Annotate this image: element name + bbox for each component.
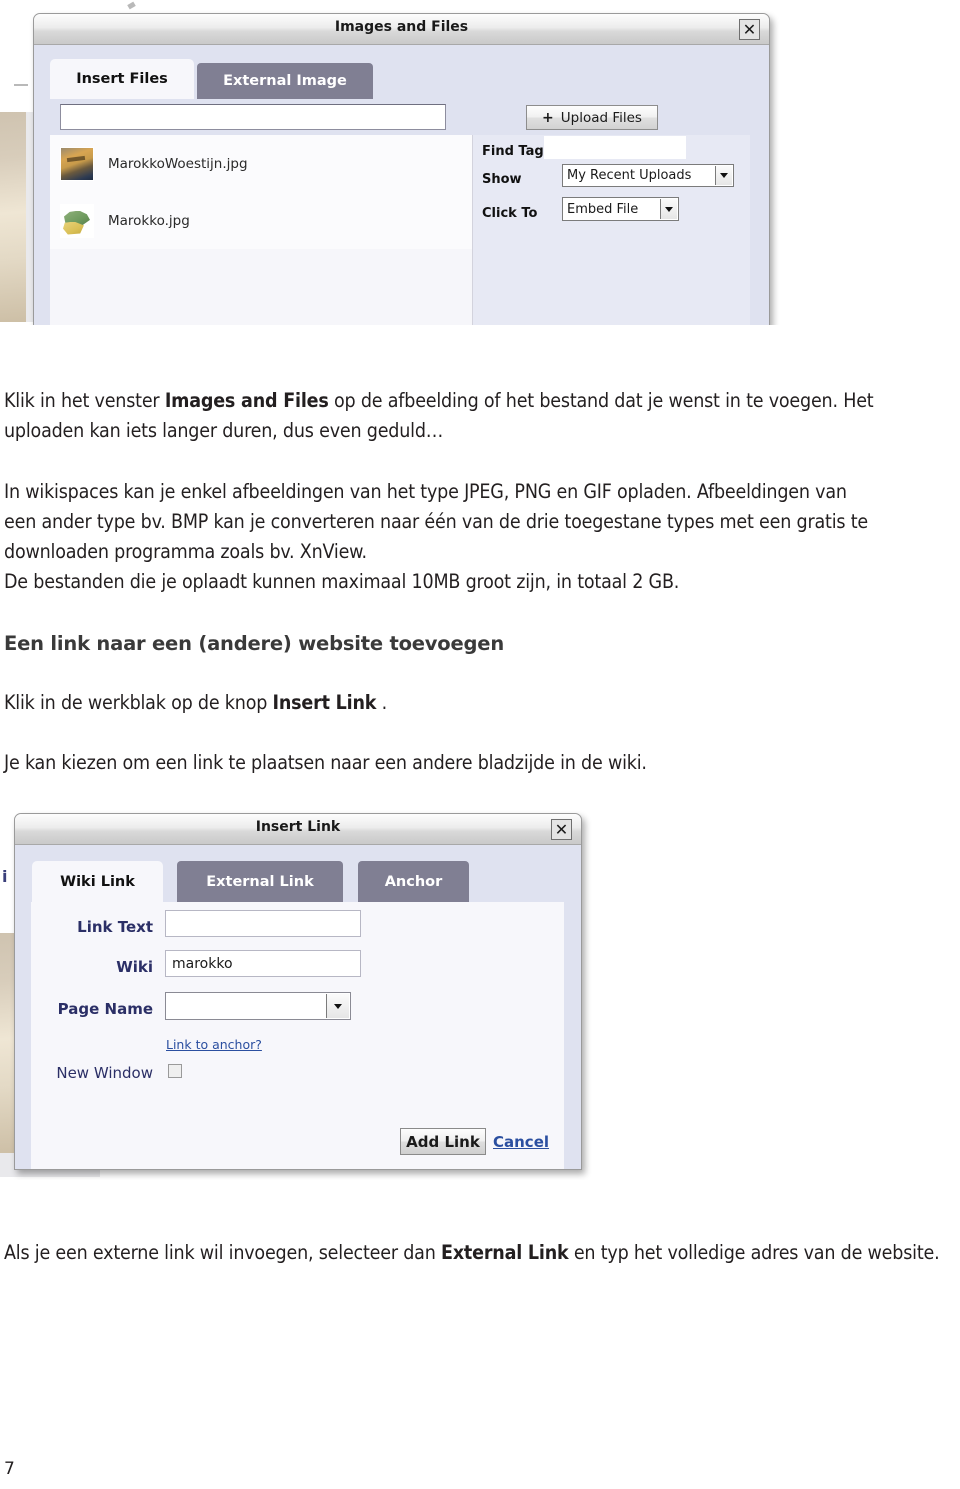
paragraph-4-pre: Klik in de werkblak op de knop — [4, 691, 273, 714]
tab-external-link-label: External Link — [206, 873, 314, 890]
tab-anchor-label: Anchor — [384, 873, 443, 890]
show-label: Show — [482, 172, 522, 187]
tab-wiki-link-label: Wiki Link — [60, 873, 135, 890]
paragraph-1: Klik in het venster Images and Files op … — [4, 386, 939, 446]
tab-anchor[interactable]: Anchor — [358, 861, 469, 902]
page-number: 7 — [4, 1459, 15, 1479]
paragraph-4-post: . — [376, 691, 388, 714]
tab-insert-files-label: Insert Files — [76, 71, 168, 87]
find-tag-input[interactable] — [544, 136, 686, 159]
tab-external-image-label: External Image — [223, 73, 347, 89]
page-name-label: Page Name — [57, 1000, 153, 1018]
add-link-label: Add Link — [406, 1132, 480, 1151]
file-list-item-0[interactable]: MarokkoWoestijn.jpg — [50, 135, 472, 193]
dialog-tabs: Insert Files External Image — [50, 59, 373, 99]
background-cursor-mark — [127, 1, 136, 10]
chevron-down-icon[interactable] — [326, 994, 349, 1018]
cancel-link[interactable]: Cancel — [493, 1133, 549, 1151]
paragraph-2: In wikispaces kan je enkel afbeeldingen … — [4, 480, 868, 563]
heading-1: Een link naar een (andere) website toevo… — [4, 632, 504, 655]
link-text-input[interactable] — [165, 910, 361, 937]
link-to-anchor-link[interactable]: Link to anchor? — [166, 1037, 262, 1052]
file-list-item-empty — [50, 249, 472, 325]
paragraph-1-bold: Images and Files — [164, 389, 329, 412]
upload-files-button[interactable]: + Upload Files — [526, 105, 658, 130]
file-name-label: MarokkoWoestijn.jpg — [108, 155, 248, 172]
images-and-files-dialog: Images and Files ✕ Insert Files External… — [33, 13, 770, 325]
paragraph-5: Je kan kiezen om een link te plaatsen na… — [4, 751, 647, 774]
wiki-input[interactable]: marokko — [165, 950, 361, 977]
show-select-value: My Recent Uploads — [567, 168, 692, 183]
close-icon[interactable]: ✕ — [739, 19, 760, 40]
paragraph-1-pre: Klik in het venster — [4, 389, 165, 412]
dialog-tabs: Wiki Link External Link Anchor — [32, 861, 469, 902]
file-list-item-1[interactable]: Marokko.jpg — [50, 192, 472, 250]
chevron-down-icon[interactable] — [715, 166, 732, 185]
click-to-select-value: Embed File — [567, 201, 639, 217]
wiki-label: Wiki — [116, 958, 153, 976]
dialog-titlebar: Images and Files ✕ — [34, 14, 769, 45]
tab-wiki-link[interactable]: Wiki Link — [32, 861, 163, 902]
upload-files-label: Upload Files — [560, 109, 642, 126]
chevron-down-icon[interactable] — [660, 199, 677, 219]
close-icon[interactable]: ✕ — [551, 819, 572, 840]
new-window-label: New Window — [56, 1064, 153, 1082]
file-name-label: Marokko.jpg — [108, 212, 190, 229]
click-to-label: Click To — [482, 206, 538, 221]
paragraph-4-bold: Insert Link — [272, 691, 377, 714]
paragraph-6-post: en typ het volledige adres van de websit… — [568, 1241, 940, 1264]
click-to-select[interactable]: Embed File — [562, 197, 679, 221]
background-text-fragment: i — [2, 867, 8, 886]
screenshot-images-and-files: Images and Files ✕ Insert Files External… — [0, 0, 780, 325]
screenshot-insert-link: i Insert Link ✕ Wiki Link External Link … — [0, 805, 600, 1180]
tab-insert-files[interactable]: Insert Files — [50, 59, 194, 99]
search-input[interactable] — [60, 104, 446, 130]
plus-icon: + — [542, 109, 554, 126]
find-tag-label: Find Tag — [482, 144, 544, 159]
add-link-button[interactable]: Add Link — [400, 1128, 486, 1155]
dialog-titlebar: Insert Link ✕ — [15, 814, 581, 845]
background-tick-mark — [14, 84, 28, 86]
tab-external-link[interactable]: External Link — [177, 861, 343, 902]
dialog-body: Insert Files External Image + Upload Fil… — [34, 45, 769, 325]
file-thumbnail-icon — [60, 146, 94, 181]
dialog-title: Images and Files — [334, 19, 469, 35]
background-photo — [0, 112, 26, 322]
dialog-title: Insert Link — [255, 819, 341, 835]
file-thumbnail-icon — [60, 203, 94, 238]
paragraph-4: Klik in de werkblak op de knop Insert Li… — [4, 688, 704, 718]
show-select[interactable]: My Recent Uploads — [562, 164, 734, 187]
paragraph-6-pre: Als je een externe link wil invoegen, se… — [4, 1241, 442, 1264]
paragraph-6: Als je een externe link wil invoegen, se… — [4, 1238, 956, 1268]
page-name-select[interactable] — [165, 992, 351, 1020]
insert-link-dialog: Insert Link ✕ Wiki Link External Link An… — [14, 813, 582, 1170]
tab-external-image[interactable]: External Image — [197, 63, 373, 99]
wiki-input-value: marokko — [172, 955, 233, 972]
new-window-checkbox[interactable] — [168, 1064, 182, 1078]
link-text-label: Link Text — [77, 918, 153, 936]
paragraph-3: De bestanden die je oplaadt kunnen maxim… — [4, 570, 680, 593]
paragraph-6-bold: External Link — [441, 1241, 569, 1264]
dialog-body: Wiki Link External Link Anchor Link Text… — [15, 845, 581, 1169]
